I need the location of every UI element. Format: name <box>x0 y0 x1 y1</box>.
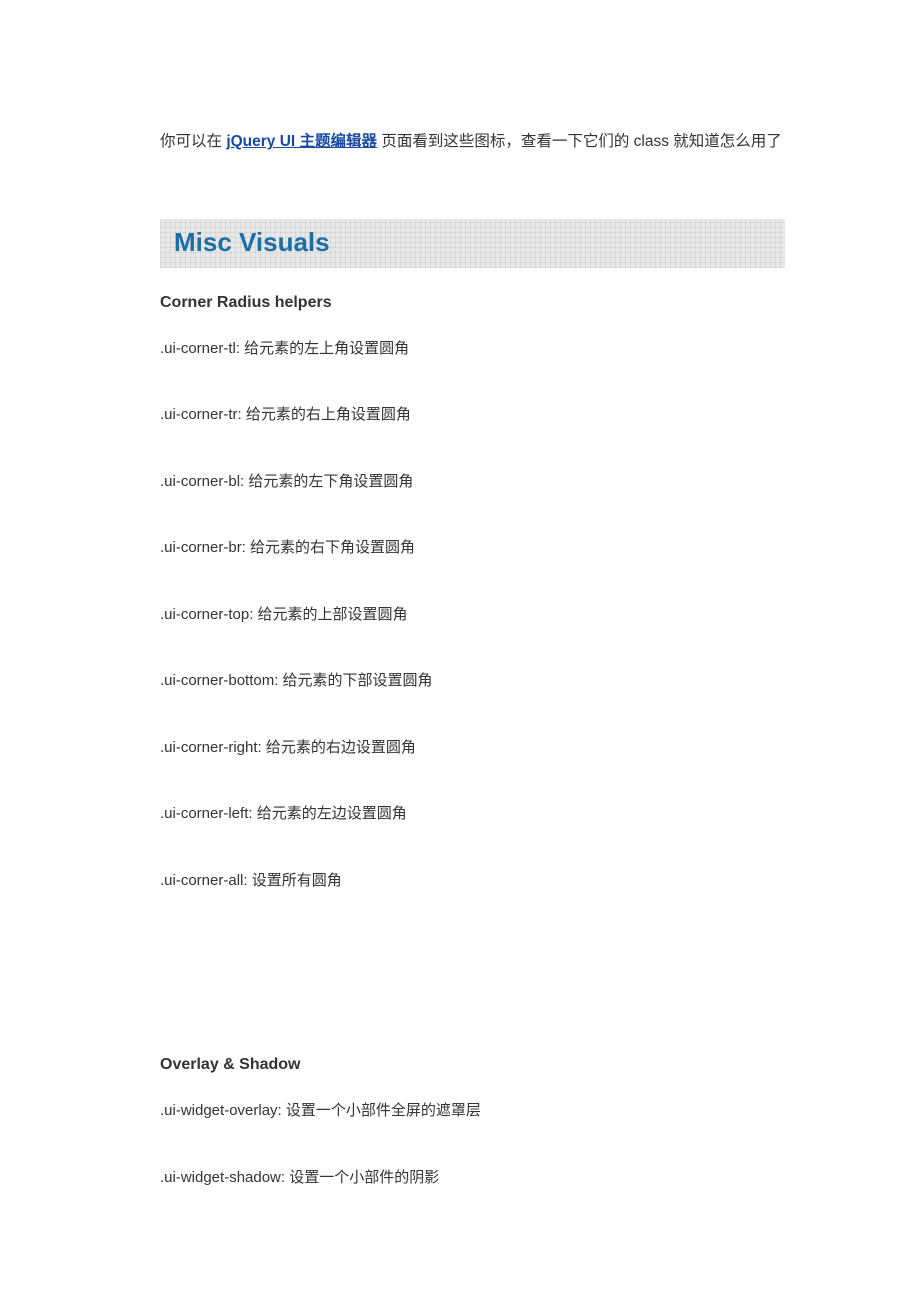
list-item: .ui-corner-top: 给元素的上部设置圆角 <box>160 604 785 627</box>
list-item: .ui-corner-tl: 给元素的左上角设置圆角 <box>160 338 785 361</box>
corner-radius-heading: Corner Radius helpers <box>160 294 785 312</box>
theme-editor-link[interactable]: jQuery UI 主题编辑器 <box>226 133 377 150</box>
list-item: .ui-corner-bl: 给元素的左下角设置圆角 <box>160 471 785 494</box>
intro-prefix: 你可以在 <box>160 133 226 150</box>
list-item: .ui-corner-tr: 给元素的右上角设置圆角 <box>160 404 785 427</box>
list-item: .ui-corner-bottom: 给元素的下部设置圆角 <box>160 670 785 693</box>
overlay-shadow-heading: Overlay & Shadow <box>160 1056 785 1074</box>
list-item: .ui-widget-shadow: 设置一个小部件的阴影 <box>160 1167 785 1190</box>
list-item: .ui-corner-left: 给元素的左边设置圆角 <box>160 803 785 826</box>
list-item: .ui-corner-right: 给元素的右边设置圆角 <box>160 737 785 760</box>
section-title-box: Misc Visuals <box>160 219 785 268</box>
list-item: .ui-widget-overlay: 设置一个小部件全屏的遮罩层 <box>160 1100 785 1123</box>
intro-suffix: 页面看到这些图标，查看一下它们的 class 就知道怎么用了 <box>377 133 782 150</box>
section-title: Misc Visuals <box>174 227 771 258</box>
list-item: .ui-corner-br: 给元素的右下角设置圆角 <box>160 537 785 560</box>
intro-paragraph: 你可以在 jQuery UI 主题编辑器 页面看到这些图标，查看一下它们的 cl… <box>160 130 785 155</box>
list-item: .ui-corner-all: 设置所有圆角 <box>160 870 785 893</box>
